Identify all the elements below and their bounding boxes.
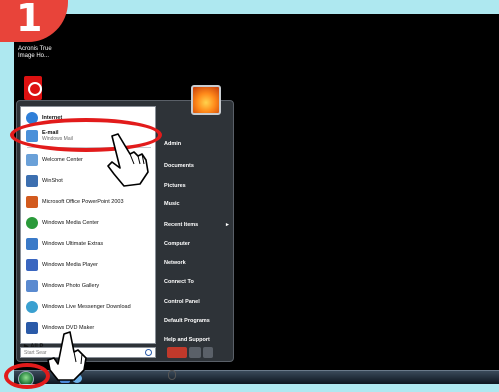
start-menu-item-media-center[interactable]: Windows Media Center <box>23 214 155 232</box>
right-item-music[interactable]: Music <box>164 201 180 207</box>
tutorial-frame: 1 Acronis True Image Ho... Internet E-ma… <box>0 0 499 392</box>
right-item-admin[interactable]: Admin <box>164 141 181 147</box>
start-menu-item-messenger[interactable]: Windows Live Messenger Download <box>23 298 155 316</box>
item-title: WinShot <box>42 178 63 184</box>
search-icon <box>145 349 152 356</box>
right-item-default-programs[interactable]: Default Programs <box>164 318 210 324</box>
winshot-icon <box>26 175 38 187</box>
dvd-maker-icon <box>26 322 38 334</box>
pointing-hand-icon <box>47 331 87 381</box>
desktop-icon-label-line1: Acronis True <box>18 46 52 52</box>
ultimate-extras-icon <box>26 238 38 250</box>
right-item-pictures[interactable]: Pictures <box>164 183 186 189</box>
right-item-documents[interactable]: Documents <box>164 163 194 169</box>
start-menu-places-pane: Admin Documents Pictures Music Recent It… <box>160 101 235 363</box>
photo-gallery-icon <box>26 280 38 292</box>
desktop-icon-label-line2: Image Ho... <box>18 53 50 59</box>
acrobat-icon[interactable] <box>24 76 42 100</box>
item-title: Microsoft Office PowerPoint 2003 <box>42 199 124 205</box>
pointing-hand-icon <box>107 133 149 187</box>
item-title: Windows Media Player <box>42 262 98 268</box>
item-title: Windows Ultimate Extras <box>42 241 104 247</box>
chevron-right-icon: ▸ <box>226 222 229 228</box>
powerpoint-icon <box>26 196 38 208</box>
lock-button[interactable] <box>189 347 201 358</box>
right-item-recent-items[interactable]: Recent Items ▸ <box>164 222 229 228</box>
item-title: Windows Live Messenger Download <box>42 304 131 310</box>
mouse-icon <box>168 370 176 380</box>
right-item-computer[interactable]: Computer <box>164 241 190 247</box>
desktop-icon-acronis[interactable]: Acronis True Image Ho... <box>18 46 58 60</box>
media-player-icon <box>26 259 38 271</box>
start-menu-item-ultimate-extras[interactable]: Windows Ultimate Extras <box>23 235 155 253</box>
start-menu-item-photo-gallery[interactable]: Windows Photo Gallery <box>23 277 155 295</box>
item-title: Windows Media Center <box>42 220 99 226</box>
right-item-control-panel[interactable]: Control Panel <box>164 299 200 305</box>
item-title: Windows Photo Gallery <box>42 283 100 289</box>
start-menu-item-media-player[interactable]: Windows Media Player <box>23 256 155 274</box>
desktop-screen: Acronis True Image Ho... Internet E-mail… <box>14 14 499 384</box>
welcome-center-icon <box>26 154 38 166</box>
right-item-connect-to[interactable]: Connect To <box>164 279 194 285</box>
power-button[interactable] <box>167 347 187 358</box>
start-menu-item-powerpoint[interactable]: Microsoft Office PowerPoint 2003 <box>23 193 155 211</box>
media-center-icon <box>26 217 38 229</box>
right-item-help-support[interactable]: Help and Support <box>164 337 210 343</box>
messenger-icon <box>26 301 38 313</box>
item-title: Welcome Center <box>42 157 83 163</box>
shutdown-options-button[interactable] <box>203 347 213 358</box>
recent-items-label: Recent Items <box>164 222 199 228</box>
right-item-network[interactable]: Network <box>164 260 186 266</box>
